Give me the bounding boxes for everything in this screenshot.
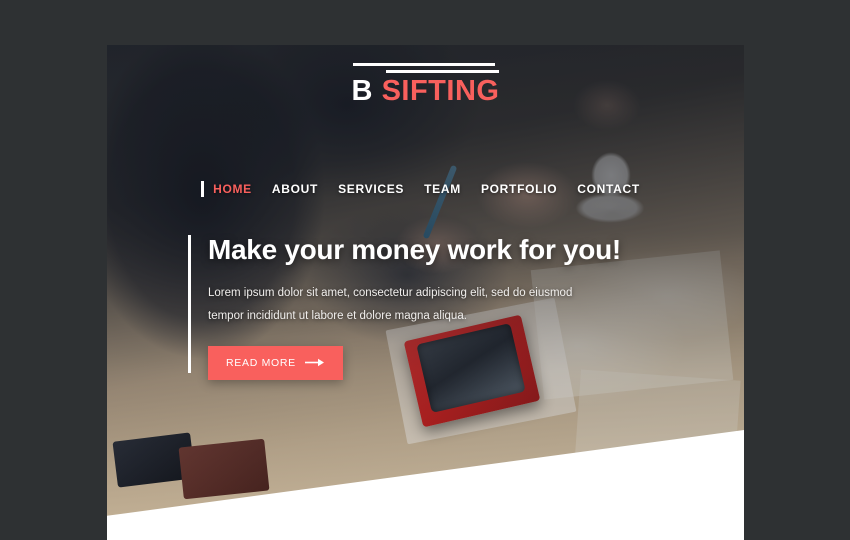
- logo-rule-bottom: [386, 70, 500, 73]
- logo-text-primary: B: [351, 75, 373, 107]
- site-header: B SIFTING: [107, 45, 744, 106]
- nav-item-about[interactable]: ABOUT: [262, 182, 328, 196]
- nav-active-indicator: [201, 181, 205, 197]
- nav-item-team[interactable]: TEAM: [414, 182, 471, 196]
- hero-subtext: Lorem ipsum dolor sit amet, consectetur …: [208, 286, 573, 322]
- nav-item-contact[interactable]: CONTACT: [567, 182, 650, 196]
- logo-rule-top: [352, 63, 495, 66]
- hero-content: Make your money work for you! Lorem ipsu…: [188, 234, 621, 380]
- hero-accent-bar: [188, 235, 191, 373]
- main-navigation: HOME ABOUT SERVICES TEAM PORTFOLIO CONTA…: [107, 181, 744, 197]
- page-backdrop: B SIFTING HOME ABOUT SERVICES TEAM PORTF…: [0, 0, 850, 540]
- nav-item-home[interactable]: HOME: [213, 182, 262, 196]
- nav-item-services[interactable]: SERVICES: [328, 182, 414, 196]
- site-logo[interactable]: B SIFTING: [352, 45, 500, 106]
- logo-text-secondary: SIFTING: [381, 75, 500, 107]
- read-more-button[interactable]: READ MORE: [208, 345, 343, 380]
- arrow-right-icon: [304, 358, 325, 367]
- nav-item-portfolio[interactable]: PORTFOLIO: [471, 182, 567, 196]
- logo-text: B SIFTING: [352, 76, 500, 106]
- read-more-label: READ MORE: [226, 356, 296, 369]
- website-preview-canvas: B SIFTING HOME ABOUT SERVICES TEAM PORTF…: [107, 45, 744, 540]
- hero-headline: Make your money work for you!: [208, 234, 621, 265]
